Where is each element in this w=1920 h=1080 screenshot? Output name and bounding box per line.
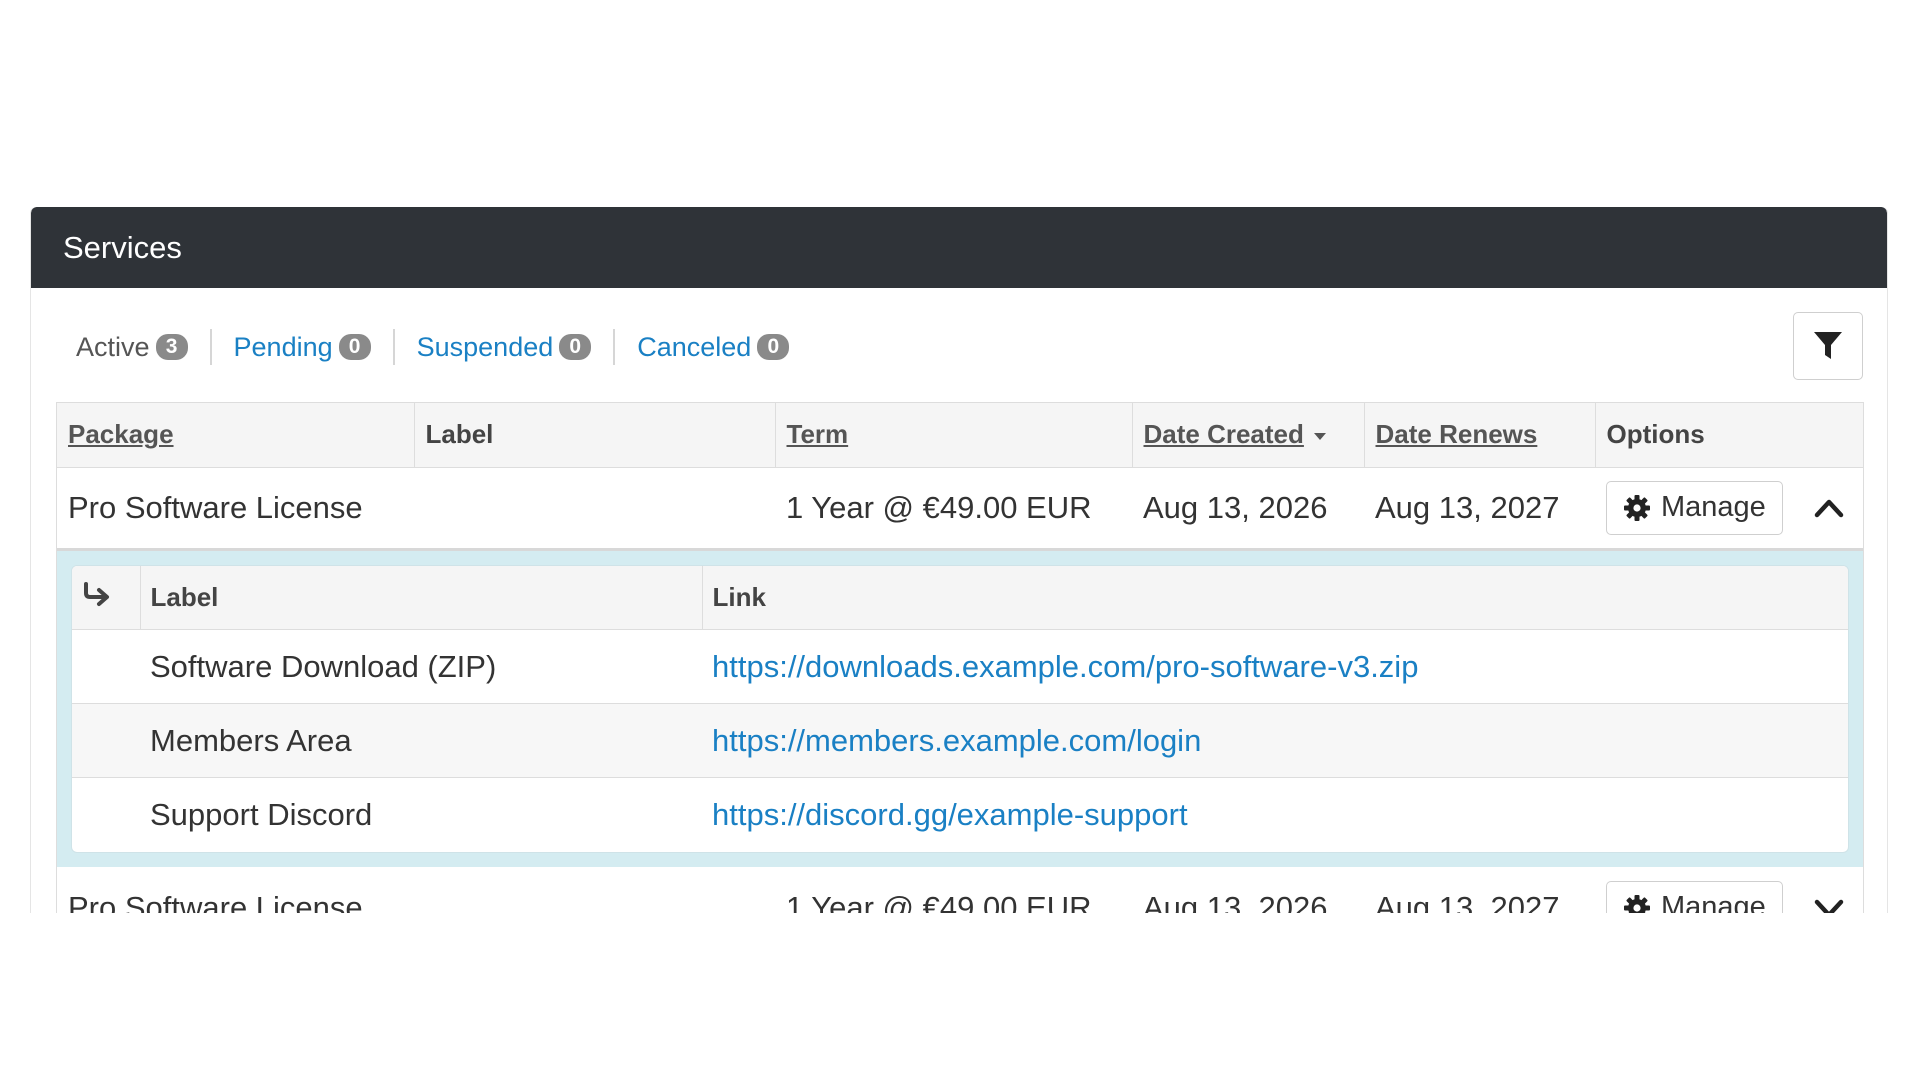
links-subtable-wrap: Label Link Software Download (ZIP) https… (71, 564, 1849, 853)
expanded-details-cell: Label Link Software Download (ZIP) https… (57, 549, 1863, 867)
service-link[interactable]: https://members.example.com/login (712, 723, 1201, 758)
subtable-header-label: Label (140, 565, 703, 630)
subtable-row: Software Download (ZIP) https://download… (72, 629, 1848, 704)
status-filter-label: Active (76, 331, 150, 362)
gear-icon (1624, 494, 1650, 521)
label-cell (414, 467, 775, 551)
table-row: Pro Software License 1 Year @ €49.00 EUR… (57, 867, 1863, 914)
column-header-options: Options (1595, 403, 1863, 468)
column-header-term[interactable]: Term (775, 403, 1133, 468)
table-header-row: Package Label Term Date Created Date Ren… (57, 403, 1863, 468)
term-cell: 1 Year @ €49.00 EUR (786, 889, 1092, 914)
column-header-label: Package (68, 419, 174, 450)
service-link[interactable]: https://downloads.example.com/pro-softwa… (712, 649, 1418, 684)
chevron-down-icon[interactable] (1809, 888, 1849, 914)
status-filter-label: Suspended (416, 331, 554, 362)
date-created-cell: Aug 13, 2026 (1132, 467, 1364, 551)
subtable-row: Members Area https://members.example.com… (72, 703, 1848, 778)
subtable-header-icon (72, 565, 141, 630)
link-url-cell: https://members.example.com/login (702, 703, 1848, 778)
column-header-date-created[interactable]: Date Created (1132, 403, 1365, 468)
column-header-label-col: Label (414, 403, 776, 468)
count-badge: 0 (757, 334, 790, 360)
panel-header: Services (31, 207, 1887, 288)
subtable-row: Support Discord https://discord.gg/examp… (72, 778, 1848, 852)
column-header-label: Date Created (1143, 419, 1304, 450)
status-filter-active[interactable]: Active 3 (76, 329, 210, 365)
column-header-date-renews[interactable]: Date Renews (1364, 403, 1596, 468)
subtable-header-row: Label Link (72, 565, 1848, 630)
date-renews-cell: Aug 13, 2027 (1375, 889, 1560, 914)
service-link[interactable]: https://discord.gg/example-support (712, 797, 1188, 832)
filter-button[interactable] (1793, 312, 1863, 380)
link-label-cell: Software Download (ZIP) (140, 629, 702, 704)
manage-button[interactable]: Manage (1606, 880, 1783, 913)
filter-icon (1814, 332, 1842, 359)
services-panel: Services Active 3 Pending 0 Suspended 0 … (30, 207, 1888, 913)
column-header-label: Options (1606, 419, 1705, 450)
sort-caret-down-icon (1314, 433, 1327, 441)
link-url-cell: https://downloads.example.com/pro-softwa… (702, 629, 1848, 704)
manage-button[interactable]: Manage (1606, 480, 1783, 535)
links-subtable: Label Link Software Download (ZIP) https… (72, 565, 1848, 852)
status-filter-canceled[interactable]: Canceled 0 (613, 329, 811, 365)
status-filter-bar: Active 3 Pending 0 Suspended 0 Canceled … (31, 288, 1887, 402)
column-header-package[interactable]: Package (57, 403, 415, 468)
chevron-up-icon[interactable] (1809, 488, 1849, 528)
status-filter-pending[interactable]: Pending 0 (209, 329, 393, 365)
column-header-label: Date Renews (1375, 419, 1538, 450)
status-filter-suspended[interactable]: Suspended 0 (392, 329, 614, 365)
term-cell: 1 Year @ €49.00 EUR (775, 467, 1132, 551)
status-filter-label: Pending (233, 331, 333, 362)
status-filter-label: Canceled (637, 331, 752, 362)
manage-button-label: Manage (1661, 491, 1766, 523)
link-url-cell: https://discord.gg/example-support (702, 778, 1848, 852)
expanded-details-row: Label Link Software Download (ZIP) https… (57, 549, 1863, 867)
date-created-cell: Aug 13, 2026 (1143, 889, 1328, 914)
panel-title: Services (63, 229, 182, 265)
column-header-label: Label (425, 419, 494, 450)
services-table-wrap: Package Label Term Date Created Date Ren… (56, 402, 1864, 913)
options-cell: Manage (1595, 867, 1863, 914)
table-row: Pro Software License 1 Year @ €49.00 EUR… (57, 467, 1863, 551)
services-table: Package Label Term Date Created Date Ren… (57, 403, 1863, 913)
gear-icon (1624, 894, 1650, 913)
label-cell (414, 867, 775, 914)
options-cell: Manage (1595, 467, 1863, 551)
count-badge: 3 (155, 334, 188, 360)
subtable-header-link: Link (702, 565, 1848, 630)
link-label-cell: Members Area (140, 703, 702, 778)
column-header-label: Term (786, 419, 849, 450)
package-cell: Pro Software License (57, 467, 414, 551)
package-cell: Pro Software License (68, 889, 363, 914)
reply-arrow-icon (84, 581, 109, 606)
count-badge: 0 (559, 334, 592, 360)
date-renews-cell: Aug 13, 2027 (1364, 467, 1595, 551)
count-badge: 0 (338, 334, 371, 360)
link-label-cell: Support Discord (150, 796, 373, 832)
manage-button-label: Manage (1661, 891, 1766, 913)
